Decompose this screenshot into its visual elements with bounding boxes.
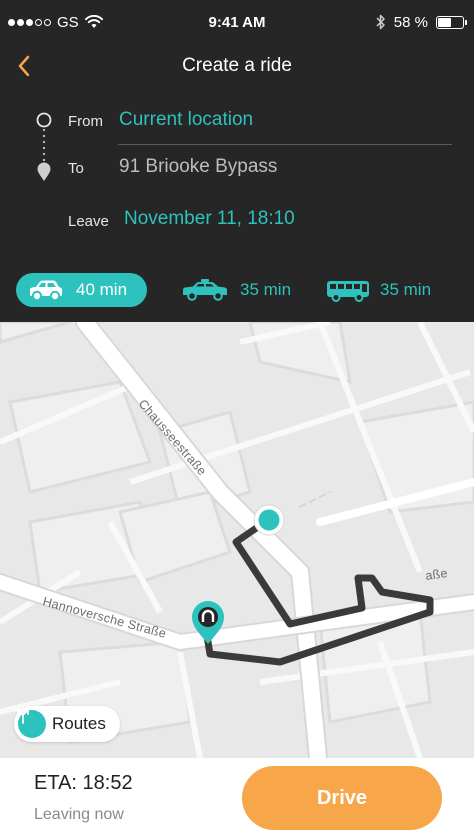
mode-bus[interactable]: 35 min [326,273,431,307]
battery-level [438,17,452,27]
mode-taxi-duration: 35 min [240,280,292,299]
status-left: GS [8,14,103,31]
wifi-icon [84,15,103,28]
transport-selector: 40 min 35 min 35 min [0,270,474,310]
mode-car-duration: 40 min [76,280,128,299]
taxi-icon [183,279,227,301]
status-right: 58 % [376,13,467,31]
status-bar: GS 9:41 AM 58 % [0,0,474,44]
signal-dot [17,18,24,26]
chevron-left-icon [18,55,30,77]
routes-button-label: Routes [52,714,106,733]
carrier-name: GS [57,13,79,31]
origin-marker-dot [258,509,280,531]
form-divider [118,144,452,145]
origin-marker-icon [36,112,52,128]
from-field[interactable]: Current location [119,109,253,131]
battery-icon [436,15,467,29]
eta-text: ETA: 18:52 [34,772,133,794]
from-label: From [68,113,103,130]
signal-dot [44,18,51,26]
drive-button[interactable]: Drive [242,766,442,830]
mode-taxi[interactable]: 35 min [180,273,291,307]
signal-dot [8,18,15,26]
to-field[interactable]: 91 Briooke Bypass [119,156,277,178]
bluetooth-icon [376,14,385,30]
leave-time-field[interactable]: November 11, 18:10 [124,208,295,230]
destination-marker-icon [37,162,51,181]
signal-dot [35,18,42,26]
back-button[interactable] [10,50,38,82]
mode-bus-duration: 35 min [380,280,432,299]
map-view[interactable]: Chausseestraße Hannoversche Straße aße R… [0,322,474,758]
bus-icon [327,281,369,302]
mode-car[interactable]: 40 min [16,273,148,307]
leave-label: Leave [68,213,109,230]
nav-bar: Create a ride [0,44,474,88]
leaving-status: Leaving now [34,806,124,823]
battery-percent: 58 % [393,13,428,31]
car-icon [30,280,62,302]
signal-strength-icon [8,18,51,26]
route-form: From Current location To 91 Briooke Bypa… [0,96,474,256]
routes-icon [17,709,46,738]
page-title: Create a ride [182,55,292,76]
signal-dot [26,18,33,26]
bottom-bar: ETA: 18:52 Leaving now Drive [0,758,474,840]
route-timeline [36,112,52,181]
routes-button[interactable]: Routes [14,706,120,742]
map-canvas: Chausseestraße Hannoversche Straße aße [0,322,474,758]
to-label: To [68,160,84,177]
